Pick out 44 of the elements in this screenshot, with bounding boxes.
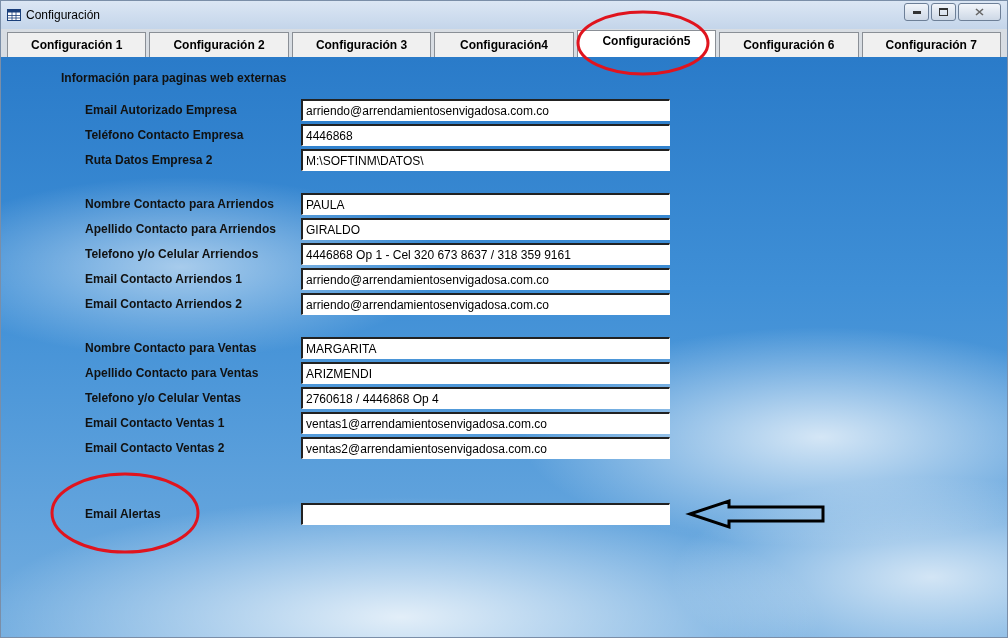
- tab[interactable]: Configuración4: [434, 32, 574, 57]
- text-field[interactable]: 4446868: [301, 124, 670, 146]
- tab[interactable]: Configuración 3: [291, 32, 432, 57]
- tab[interactable]: Configuración 7: [861, 32, 1001, 57]
- window-title: Configuración: [26, 8, 102, 22]
- field-label: Email Contacto Ventas 1: [85, 416, 226, 430]
- section-title: Información para paginas web externas: [61, 71, 287, 85]
- tab[interactable]: Configuración 2: [149, 32, 289, 57]
- field-label: Email Contacto Arriendos 1: [85, 272, 243, 286]
- text-field[interactable]: [301, 503, 670, 525]
- text-field[interactable]: PAULA: [301, 193, 670, 215]
- maximize-button[interactable]: [931, 3, 956, 21]
- text-field[interactable]: M:\SOFTINM\DATOS\: [301, 149, 670, 171]
- text-field[interactable]: 2760618 / 4446868 Op 4: [301, 387, 670, 409]
- field-label: Email Alertas: [85, 507, 162, 521]
- text-field[interactable]: arriendo@arrendamientosenvigadosa.com.co: [301, 268, 670, 290]
- tab[interactable]: Configuración5: [576, 30, 717, 57]
- minimize-icon: [912, 10, 921, 14]
- text-field[interactable]: GIRALDO: [301, 218, 670, 240]
- field-label: Ruta Datos Empresa 2: [85, 153, 214, 167]
- close-button[interactable]: [958, 3, 1001, 21]
- field-label: Email Contacto Arriendos 2: [85, 297, 243, 311]
- field-label: Email Autorizado Empresa: [85, 103, 238, 117]
- tab[interactable]: Configuración 1: [7, 32, 147, 57]
- text-field[interactable]: arriendo@arrendamientosenvigadosa.com.co: [301, 293, 670, 315]
- field-label: Apellido Contacto para Arriendos: [85, 222, 277, 236]
- field-label: Teléfono Contacto Empresa: [85, 128, 245, 142]
- field-label: Nombre Contacto para Arriendos: [85, 197, 275, 211]
- text-field[interactable]: ventas1@arrendamientosenvigadosa.com.co: [301, 412, 670, 434]
- field-label: Nombre Contacto para Ventas: [85, 341, 258, 355]
- table-icon: [7, 9, 21, 21]
- text-field[interactable]: ventas2@arrendamientosenvigadosa.com.co: [301, 437, 670, 459]
- text-field[interactable]: ARIZMENDI: [301, 362, 670, 384]
- close-icon: [975, 8, 984, 16]
- field-label: Apellido Contacto para Ventas: [85, 366, 260, 380]
- tab[interactable]: Configuración 6: [719, 32, 859, 57]
- field-label: Telefono y/o Celular Arriendos: [85, 247, 260, 261]
- minimize-button[interactable]: [904, 3, 929, 21]
- field-label: Telefono y/o Celular Ventas: [85, 391, 242, 405]
- text-field[interactable]: MARGARITA: [301, 337, 670, 359]
- text-field[interactable]: 4446868 Op 1 - Cel 320 673 8637 / 318 359 9161: [301, 243, 670, 265]
- field-label: Email Contacto Ventas 2: [85, 441, 226, 455]
- maximize-icon: [939, 8, 948, 16]
- text-field[interactable]: arriendo@arrendamientosenvigadosa.com.co: [301, 99, 670, 121]
